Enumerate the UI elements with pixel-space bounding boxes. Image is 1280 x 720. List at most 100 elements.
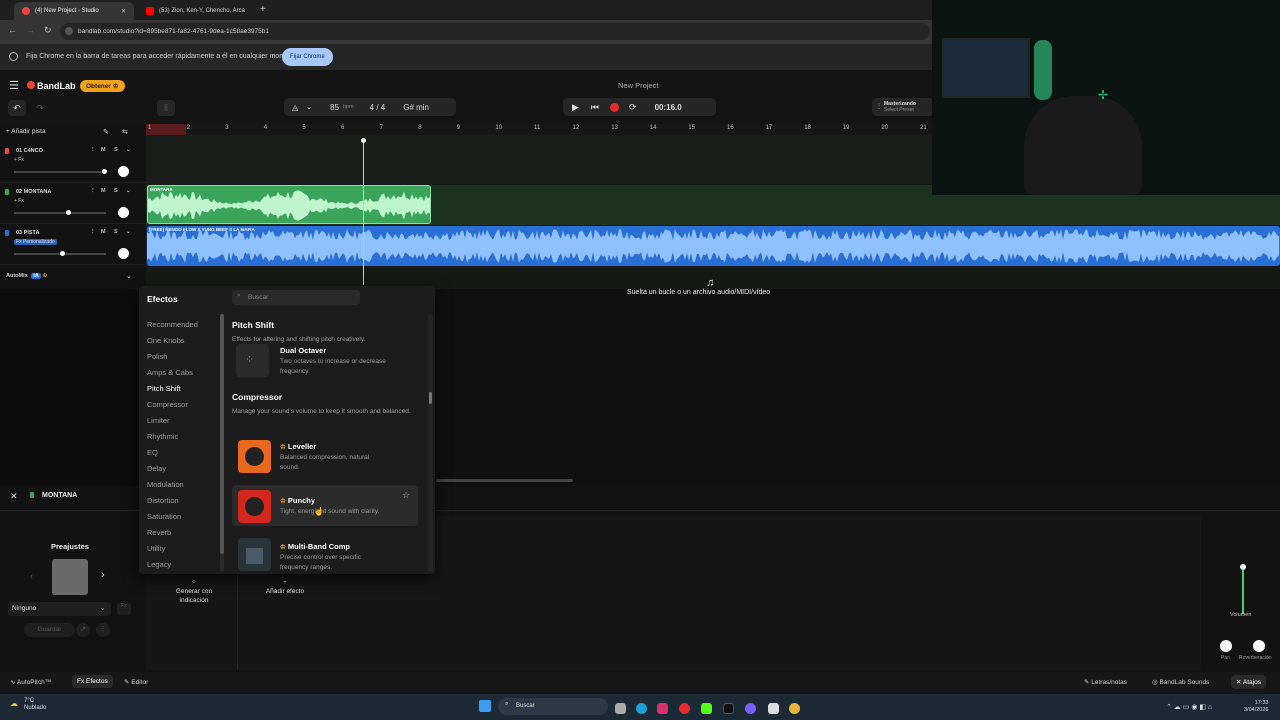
edge-icon[interactable] [636, 703, 647, 714]
track-name[interactable]: 02 MONTANA [16, 189, 51, 195]
track-menu-icon[interactable]: ⋮ [90, 188, 96, 194]
menu-icon[interactable]: ☰ [9, 79, 19, 92]
editor-tab[interactable]: ✎ Editor [124, 678, 148, 686]
metronome-icon[interactable]: ◬ [292, 103, 298, 112]
metronome-dropdown-icon[interactable]: ⌄ [306, 103, 312, 111]
play-icon[interactable]: ▶ [572, 102, 579, 113]
solo-button[interactable]: S [114, 229, 118, 235]
category-item[interactable]: Reverb [147, 528, 171, 537]
horizontal-scrollbar[interactable] [436, 479, 573, 482]
time-signature[interactable]: 4 / 4 [370, 103, 386, 112]
star-icon[interactable]: ☆ [402, 490, 410, 501]
slider-thumb[interactable] [60, 251, 65, 256]
bandlab-logo[interactable]: BandLab [37, 81, 76, 91]
volume-meter[interactable] [1228, 536, 1258, 614]
track-row[interactable]: 03 PISTA ⋮ M S ⌄ Fx Personalizado [0, 224, 146, 265]
close-icon[interactable]: ✕ [10, 491, 18, 502]
custom-fx-button[interactable]: Fx Personalizado [14, 239, 57, 245]
sounds-tab[interactable]: ◎ BandLab Sounds [1152, 678, 1209, 686]
loop-region[interactable] [146, 124, 186, 135]
add-track-button[interactable]: + Añadir pista [6, 128, 46, 135]
kick-icon[interactable] [701, 703, 712, 714]
leveller-icon[interactable] [238, 440, 271, 473]
browser-tab-studio[interactable]: (4) New Project - Studio ✕ [14, 2, 134, 20]
solo-button[interactable]: S [114, 188, 118, 194]
chevron-down-icon[interactable]: ⌄ [126, 188, 131, 194]
timeline-ruler[interactable]: 1 2 3 4 5 6 7 8 9 10 11 12 13 14 15 16 17 18 19 20 21 [146, 124, 932, 135]
add-fx-button[interactable]: + Fx [14, 198, 24, 204]
skip-back-icon[interactable]: ⏮ [591, 102, 599, 113]
record-icon[interactable] [610, 102, 620, 112]
effects-search-input[interactable]: ⌕ Buscar [232, 290, 360, 305]
edit-icon[interactable]: ✎ [103, 128, 109, 136]
track-name[interactable]: 03 PISTA [16, 230, 39, 236]
category-item[interactable]: Recommended [147, 320, 198, 329]
category-scrollbar[interactable] [220, 314, 224, 572]
pin-chrome-button[interactable]: Fijar Chrome [282, 48, 333, 66]
automix-toggle[interactable]: AutoMix IA ♔ [6, 273, 47, 279]
pan-knob[interactable] [118, 166, 129, 177]
task-view-icon[interactable] [615, 703, 626, 714]
track-row[interactable]: 02 MONTANA ⋮ M S ⌄ + Fx [0, 183, 146, 224]
effect-name[interactable]: Dual Octaver [280, 346, 326, 355]
category-item[interactable]: EQ [147, 448, 158, 457]
generate-button[interactable]: ✧ Generar con indicación [166, 578, 222, 605]
mute-button[interactable]: M [101, 147, 106, 153]
save-button[interactable]: Guardar [24, 623, 75, 637]
fx-icon[interactable]: Fx [117, 603, 131, 615]
category-item[interactable]: Limiter [147, 416, 170, 425]
volume-thumb[interactable] [1240, 564, 1246, 570]
loop-icon[interactable]: ⟳ [629, 102, 637, 113]
windows-start-icon[interactable] [479, 700, 491, 712]
category-item[interactable]: Compressor [147, 400, 188, 409]
tiktok-icon[interactable] [723, 703, 734, 714]
autopitch-tab[interactable]: ∿ AutoPitch™ [10, 678, 51, 686]
redo-icon[interactable]: ↷ [31, 100, 49, 116]
volume-slider[interactable] [14, 210, 106, 215]
category-item[interactable]: Legacy [147, 560, 171, 569]
browser-tab-youtube[interactable]: (53) Zion, Ken-Y, Chencho, Arca [138, 2, 254, 20]
punchy-icon[interactable] [238, 490, 271, 523]
reverb-knob[interactable] [1253, 640, 1265, 652]
tray-icons[interactable]: ⌃ ☁ ▭ ◉ ◧ ⌂ [1166, 703, 1212, 711]
pan-knob[interactable] [118, 248, 129, 259]
slider-thumb[interactable] [66, 210, 71, 215]
chevron-down-icon[interactable]: ⌄ [126, 229, 131, 235]
volume-slider[interactable] [14, 251, 106, 256]
multi-band-comp-icon[interactable] [238, 538, 271, 571]
preset-thumbnail[interactable] [52, 559, 88, 595]
mastering-control[interactable]: ⫶ Masterizando Select Preset [872, 98, 934, 116]
track-row[interactable]: 01 C4NCO ⋮ M S ⌄ + Fx [0, 142, 146, 183]
slider-thumb[interactable] [102, 169, 107, 174]
volume-slider[interactable] [14, 169, 107, 174]
category-item[interactable]: One Knobs [147, 336, 185, 345]
category-item[interactable]: Delay [147, 464, 166, 473]
playhead[interactable] [363, 140, 364, 285]
track-menu-icon[interactable]: ⋮ [90, 229, 96, 235]
app-icon[interactable] [679, 703, 690, 714]
shortcuts-button[interactable]: ✕ Atajos [1231, 675, 1266, 689]
filter-icon[interactable]: ⇆ [122, 128, 128, 136]
lyrics-tab[interactable]: ✎ Letras/notas [1084, 678, 1127, 686]
effect-name[interactable]: ♔ Punchy [280, 496, 315, 505]
solo-button[interactable]: S [114, 147, 118, 153]
montana-clip[interactable]: MONTANA [147, 185, 431, 224]
chrome-icon[interactable] [789, 703, 800, 714]
key-value[interactable]: G# min [403, 103, 429, 112]
chevron-right-icon[interactable]: › [101, 569, 105, 581]
effect-name[interactable]: ♔ Leveller [280, 442, 316, 451]
track-name[interactable]: 01 C4NCO [16, 148, 43, 154]
obtener-button[interactable]: Obtener ♔ [80, 80, 125, 92]
scrollbar-thumb[interactable] [220, 314, 224, 554]
pan-knob[interactable] [118, 207, 129, 218]
add-fx-button[interactable]: + Fx [14, 157, 24, 163]
back-icon[interactable]: ← [8, 25, 17, 35]
category-item[interactable]: Polish [147, 352, 167, 361]
effects-tab[interactable]: Fx Efectos [72, 675, 113, 688]
undo-icon[interactable]: ↶ [8, 100, 26, 116]
new-tab-icon[interactable]: + [260, 4, 266, 15]
share-icon[interactable]: ↗ [76, 623, 90, 637]
scrollbar-thumb[interactable] [429, 392, 432, 404]
category-item[interactable]: Modulation [147, 480, 184, 489]
mute-button[interactable]: M [101, 188, 106, 194]
